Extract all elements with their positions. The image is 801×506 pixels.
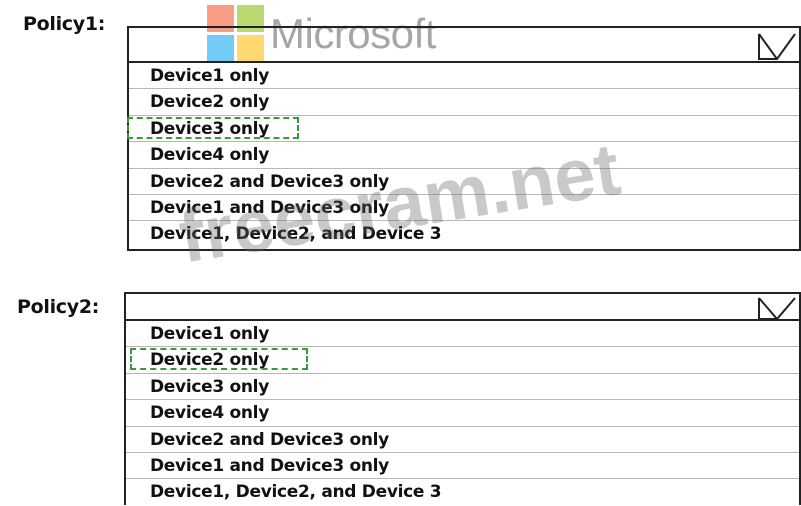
- policy1-option-device2[interactable]: Device2 only: [129, 89, 799, 116]
- policy1-dropdown[interactable]: Device1 only Device2 only Device3 only D…: [127, 26, 801, 251]
- chevron-down-icon[interactable]: [757, 296, 797, 320]
- policy1-label: Policy1:: [23, 13, 106, 35]
- policy1-option-all-devices[interactable]: Device1, Device2, and Device 3: [129, 221, 799, 247]
- policy1-option-device1-device3[interactable]: Device1 and Device3 only: [129, 195, 799, 222]
- policy1-dropdown-header[interactable]: [129, 26, 799, 63]
- policy2-option-device4[interactable]: Device4 only: [126, 400, 799, 427]
- policy2-option-device2-device3[interactable]: Device2 and Device3 only: [126, 427, 799, 453]
- policy1-option-device2-device3[interactable]: Device2 and Device3 only: [129, 169, 799, 195]
- policy2-option-device2[interactable]: Device2 only: [126, 347, 799, 374]
- policy2-dropdown[interactable]: Device1 only Device2 only Device3 only D…: [124, 292, 801, 505]
- policy1-option-device4[interactable]: Device4 only: [129, 142, 799, 169]
- policy2-label: Policy2:: [17, 296, 100, 318]
- policy2-option-all-devices[interactable]: Device1, Device2, and Device 3: [126, 479, 799, 505]
- policy1-option-device3[interactable]: Device3 only: [129, 116, 799, 143]
- policy2-option-device3[interactable]: Device3 only: [126, 374, 799, 401]
- policy2-option-device1[interactable]: Device1 only: [126, 321, 799, 348]
- chevron-down-icon[interactable]: [757, 31, 797, 61]
- policy2-option-device1-device3[interactable]: Device1 and Device3 only: [126, 453, 799, 480]
- policy1-option-device1[interactable]: Device1 only: [129, 63, 799, 90]
- policy2-dropdown-header[interactable]: [126, 292, 799, 321]
